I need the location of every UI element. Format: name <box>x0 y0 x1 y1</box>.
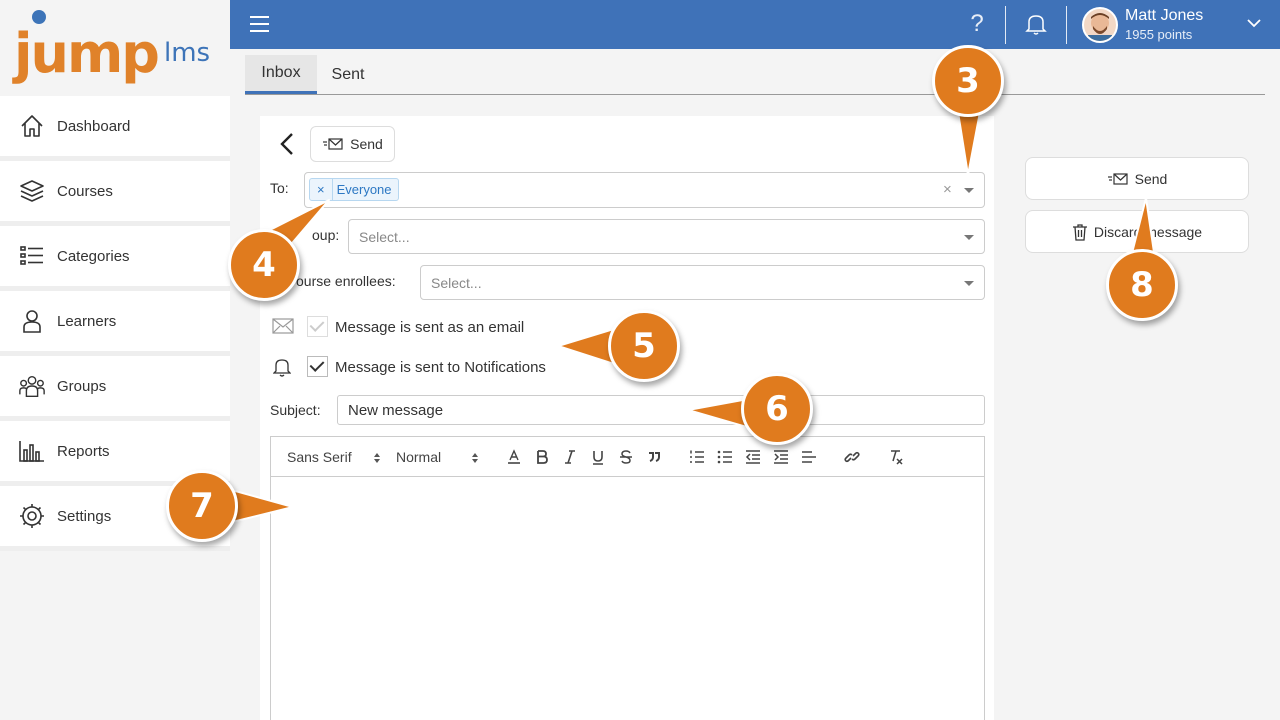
notifications-bell-icon[interactable] <box>1025 12 1047 36</box>
subject-field[interactable] <box>337 395 985 425</box>
remove-tag-icon[interactable]: × <box>310 179 333 200</box>
send-button-label: Send <box>1134 170 1168 187</box>
chevron-down-icon[interactable] <box>1246 16 1262 28</box>
font-family-select[interactable]: Sans Serif <box>287 449 352 465</box>
hamburger-menu-icon[interactable] <box>250 16 269 32</box>
home-icon <box>18 112 46 140</box>
categories-list-icon <box>18 242 46 270</box>
sidebar-item-categories[interactable]: Categories <box>0 226 230 291</box>
sidebar: jump lms Dashboard Courses Categories Le… <box>0 0 230 720</box>
dropdown-caret-icon[interactable] <box>964 188 974 193</box>
settings-gear-icon <box>18 502 46 530</box>
underline-icon[interactable] <box>589 448 607 466</box>
learner-person-icon <box>18 307 46 335</box>
italic-icon[interactable] <box>561 448 579 466</box>
recipient-tag: × Everyone <box>309 178 399 201</box>
notifications-checkbox[interactable] <box>307 356 328 377</box>
dropdown-caret-icon[interactable] <box>964 235 974 240</box>
subject-input[interactable] <box>338 396 984 424</box>
sort-arrows-icon <box>373 451 381 463</box>
sidebar-item-label: Dashboard <box>57 117 131 135</box>
align-icon[interactable] <box>800 448 818 466</box>
logo-main-text: jump <box>14 22 160 85</box>
email-checkbox-label: Message is sent as an email <box>335 319 525 336</box>
sidebar-item-label: Settings <box>57 507 112 525</box>
topbar-divider <box>1066 6 1067 44</box>
blockquote-icon[interactable] <box>645 448 663 466</box>
email-envelope-icon <box>272 318 294 334</box>
callout-badge: 8 <box>1106 249 1178 321</box>
message-body-editor[interactable] <box>271 478 984 720</box>
send-button-top[interactable]: Send <box>310 126 395 162</box>
callout-badge: 5 <box>608 310 680 382</box>
send-envelope-icon <box>1107 172 1129 186</box>
sidebar-item-label: Groups <box>57 377 107 395</box>
back-arrow-icon[interactable] <box>278 132 296 156</box>
recipient-tag-label: Everyone <box>336 182 392 197</box>
sidebar-item-dashboard[interactable]: Dashboard <box>0 96 230 161</box>
checkmark-icon <box>309 317 325 332</box>
top-bar: ? Matt Jones 1955 points <box>230 0 1280 49</box>
send-button[interactable]: Send <box>1025 157 1249 200</box>
user-name[interactable]: Matt Jones <box>1125 7 1203 25</box>
sidebar-item-groups[interactable]: Groups <box>0 356 230 421</box>
callout-badge: 4 <box>228 229 300 301</box>
checkmark-icon <box>309 357 325 372</box>
sidebar-item-learners[interactable]: Learners <box>0 291 230 356</box>
send-envelope-icon <box>322 137 344 151</box>
logo-sub-text: lms <box>164 38 211 68</box>
sidebar-item-label: Courses <box>57 182 113 200</box>
course-enrollees-select[interactable]: Select... <box>420 265 985 300</box>
message-tabs: Inbox Sent <box>245 55 1265 95</box>
send-button-label: Send <box>350 136 383 152</box>
reports-bar-chart-icon <box>18 437 46 465</box>
sidebar-item-label: Categories <box>57 247 130 265</box>
link-icon[interactable] <box>843 448 861 466</box>
course-enrollees-label: ourse enrollees: <box>296 273 396 289</box>
help-icon[interactable]: ? <box>965 10 989 38</box>
indent-icon[interactable] <box>772 448 790 466</box>
subject-label: Subject: <box>270 402 321 418</box>
topbar-divider <box>1005 6 1006 44</box>
jumplms-logo[interactable]: jump lms <box>14 8 224 90</box>
bullet-list-icon[interactable] <box>716 448 734 466</box>
editor-toolbar: Sans Serif Normal <box>271 437 984 477</box>
message-editor: Sans Serif Normal <box>270 436 985 720</box>
course-enrollees-placeholder: Select... <box>431 275 482 291</box>
tab-inbox[interactable]: Inbox <box>245 55 317 94</box>
dropdown-caret-icon[interactable] <box>964 281 974 286</box>
discard-button-label: Discard message <box>1093 223 1203 240</box>
discard-message-button[interactable]: Discard message <box>1025 210 1249 253</box>
clear-formatting-icon[interactable] <box>887 448 905 466</box>
to-recipients-field[interactable]: × Everyone × <box>304 172 985 208</box>
notifications-checkbox-label: Message is sent to Notifications <box>335 359 546 376</box>
sort-arrows-icon <box>471 451 479 463</box>
user-avatar[interactable] <box>1082 7 1118 43</box>
notification-bell-icon <box>272 357 292 377</box>
bold-icon[interactable] <box>533 448 551 466</box>
sidebar-item-courses[interactable]: Courses <box>0 161 230 226</box>
trash-icon <box>1072 223 1088 241</box>
groups-people-icon <box>18 372 46 400</box>
strikethrough-icon[interactable] <box>617 448 635 466</box>
group-select-placeholder: Select... <box>359 229 410 245</box>
text-color-icon[interactable] <box>505 448 523 466</box>
user-points: 1955 points <box>1125 27 1193 42</box>
email-checkbox[interactable] <box>307 316 328 337</box>
callout-badge: 7 <box>166 470 238 542</box>
outdent-icon[interactable] <box>744 448 762 466</box>
sidebar-item-label: Reports <box>57 442 110 460</box>
courses-stack-icon <box>18 177 46 205</box>
group-select[interactable]: Select... <box>348 219 985 254</box>
callout-badge: 6 <box>741 373 813 445</box>
tab-sent[interactable]: Sent <box>317 55 379 94</box>
font-size-select[interactable]: Normal <box>396 449 441 465</box>
ordered-list-icon[interactable] <box>688 448 706 466</box>
group-label: oup: <box>312 227 340 243</box>
to-label: To: <box>270 180 289 196</box>
sidebar-item-label: Learners <box>57 312 117 330</box>
callout-badge: 3 <box>932 45 1004 117</box>
clear-recipients-icon[interactable]: × <box>943 181 952 198</box>
